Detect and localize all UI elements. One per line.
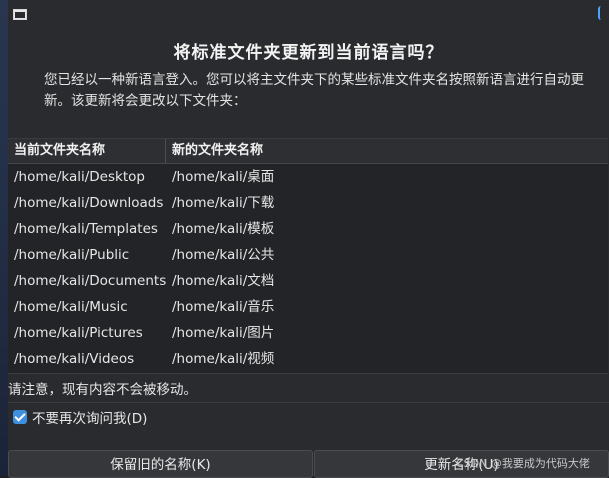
current-folder-cell: /home/kali/Downloads [14, 195, 164, 211]
current-folder-cell: /home/kali/Public [14, 247, 130, 263]
dont-ask-again-checkbox[interactable]: 不要再次询问我(D) [13, 408, 148, 427]
table-row[interactable]: /home/kali/Downloads /home/kali/下载 [8, 190, 608, 216]
new-folder-cell: /home/kali/公共 [172, 247, 275, 263]
focus-edge-indicator [598, 6, 606, 20]
new-folder-cell: /home/kali/桌面 [172, 169, 275, 185]
new-folder-cell: /home/kali/图片 [172, 325, 275, 341]
update-folders-dialog: 将标准文件夹更新到当前语言吗？ 您已经以一种新语言登入。您可以将主文件夹下的某些… [8, 0, 609, 478]
watermark: CSDN @我要成为代码大佬 [456, 457, 590, 470]
new-folder-cell: /home/kali/模板 [172, 221, 275, 237]
table-header: 当前文件夹名称 新的文件夹名称 [8, 139, 608, 164]
new-folder-cell: /home/kali/音乐 [172, 299, 275, 315]
checkmark-icon[interactable] [13, 410, 27, 424]
new-folder-cell: /home/kali/下载 [172, 195, 275, 211]
titlebar[interactable] [8, 0, 609, 30]
notice-text: 请注意，现有内容不会被移动。 [8, 382, 197, 398]
folder-table: 当前文件夹名称 新的文件夹名称 /home/kali/Desktop /home… [8, 138, 608, 374]
current-folder-cell: /home/kali/Desktop [14, 169, 145, 185]
window-icon [13, 9, 27, 20]
table-row[interactable]: /home/kali/Public /home/kali/公共 [8, 242, 608, 268]
keep-old-names-button[interactable]: 保留旧的名称(K) [8, 450, 313, 478]
table-row[interactable]: /home/kali/Templates /home/kali/模板 [8, 216, 608, 242]
divider [8, 402, 609, 403]
current-folder-cell: /home/kali/Documents [14, 273, 167, 289]
desktop-background [0, 0, 8, 476]
column-header-current[interactable]: 当前文件夹名称 [8, 139, 166, 163]
table-row[interactable]: /home/kali/Desktop /home/kali/桌面 [8, 164, 608, 190]
dont-ask-again-label: 不要再次询问我(D) [32, 411, 148, 427]
dialog-description: 您已经以一种新语言登入。您可以将主文件夹下的某些标准文件夹名按照新语言进行自动更… [44, 72, 584, 109]
table-row[interactable]: /home/kali/Videos /home/kali/视频 [8, 346, 608, 372]
new-folder-cell: /home/kali/视频 [172, 351, 275, 367]
current-folder-cell: /home/kali/Templates [14, 221, 158, 237]
current-folder-cell: /home/kali/Pictures [14, 325, 143, 341]
table-row[interactable]: /home/kali/Documents /home/kali/文档 [8, 268, 608, 294]
dialog-heading: 将标准文件夹更新到当前语言吗？ [173, 43, 444, 63]
current-folder-cell: /home/kali/Videos [14, 351, 135, 367]
table-row[interactable]: /home/kali/Pictures /home/kali/图片 [8, 320, 608, 346]
column-header-new[interactable]: 新的文件夹名称 [166, 139, 608, 163]
new-folder-cell: /home/kali/文档 [172, 273, 275, 289]
table-row[interactable]: /home/kali/Music /home/kali/音乐 [8, 294, 608, 320]
current-folder-cell: /home/kali/Music [14, 299, 128, 315]
